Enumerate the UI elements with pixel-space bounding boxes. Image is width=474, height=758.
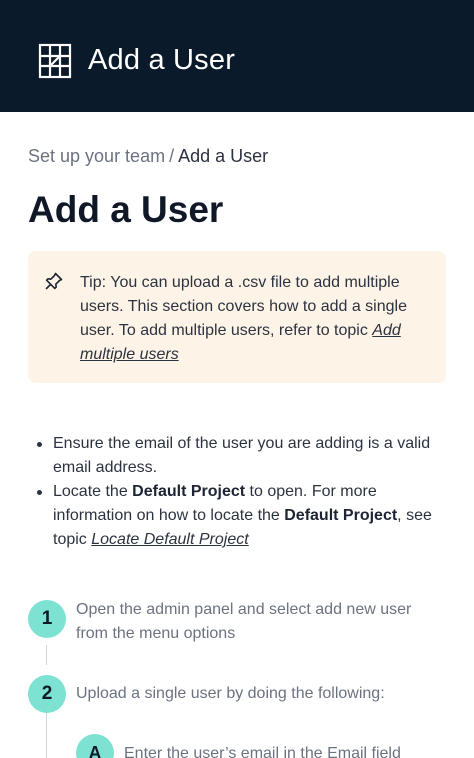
list-item: Ensure the email of the user you are add… xyxy=(32,432,442,480)
grid-logo-icon[interactable] xyxy=(38,43,72,79)
default-project-term: Default Project xyxy=(132,483,246,500)
substep-letter-badge: A xyxy=(76,734,114,758)
prerequisite-text: Ensure the email of the user you are add… xyxy=(53,435,431,476)
prerequisites-list: Ensure the email of the user you are add… xyxy=(32,432,442,552)
page-title: Add a User xyxy=(28,189,224,230)
tip-text: Tip: You can upload a .csv file to add m… xyxy=(80,271,430,367)
breadcrumb-parent-link[interactable]: Set up your team xyxy=(28,146,165,166)
app-title: Add a User xyxy=(88,44,236,76)
pin-icon xyxy=(45,272,63,290)
tip-body: Tip: You can upload a .csv file to add m… xyxy=(80,274,407,339)
step-connector xyxy=(46,713,47,758)
step-number-badge: 1 xyxy=(28,600,66,638)
locate-default-project-link[interactable]: Locate Default Project xyxy=(91,531,248,548)
step-number-badge: 2 xyxy=(28,675,66,713)
list-item: Locate the Default Project to open. For … xyxy=(32,480,442,552)
breadcrumb: Set up your team / Add a User xyxy=(28,146,268,167)
top-navigation-bar: Add a User xyxy=(0,0,474,112)
default-project-term: Default Project xyxy=(284,507,398,524)
prerequisite-text: Locate the xyxy=(53,483,133,500)
substep-text: Enter the user’s email in the Email fiel… xyxy=(124,745,401,758)
tip-callout: Tip: You can upload a .csv file to add m… xyxy=(28,251,446,383)
step-text: Upload a single user by doing the follow… xyxy=(76,685,385,702)
step-connector xyxy=(46,645,47,665)
step-text: Open the admin panel and select add new … xyxy=(76,601,412,642)
breadcrumb-current: Add a User xyxy=(178,146,269,166)
breadcrumb-separator: / xyxy=(169,146,175,166)
